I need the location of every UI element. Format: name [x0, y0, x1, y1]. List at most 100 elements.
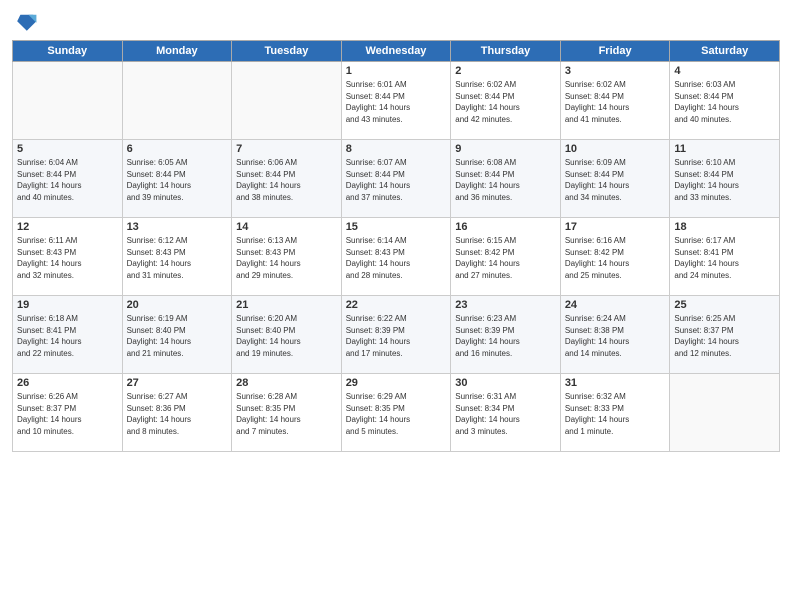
weekday-header: Friday [560, 41, 670, 62]
day-number: 24 [565, 299, 666, 311]
weekday-header: Saturday [670, 41, 780, 62]
day-number: 2 [455, 65, 556, 77]
day-number: 19 [17, 299, 118, 311]
calendar-cell: 23 Sunrise: 6:23 AMSunset: 8:39 PMDayligh… [451, 296, 561, 374]
day-number: 8 [346, 143, 447, 155]
calendar-cell: 6 Sunrise: 6:05 AMSunset: 8:44 PMDaylight… [122, 140, 232, 218]
day-info: Sunrise: 6:18 AMSunset: 8:41 PMDaylight:… [17, 313, 118, 359]
day-number: 1 [346, 65, 447, 77]
weekday-header: Tuesday [232, 41, 342, 62]
calendar-cell [13, 62, 123, 140]
weekday-header: Sunday [13, 41, 123, 62]
day-number: 10 [565, 143, 666, 155]
calendar-week-row: 26Sunrise: 6:26 AMSunset: 8:37 PMDayligh… [13, 374, 780, 452]
day-number: 13 [127, 221, 228, 233]
day-info: Sunrise: 6:19 AMSunset: 8:40 PMDaylight:… [127, 313, 228, 359]
day-info: Sunrise: 6:09 AMSunset: 8:44 PMDaylight:… [565, 157, 666, 203]
day-number: 27 [127, 377, 228, 389]
calendar-cell: 27 Sunrise: 6:27 AMSunset: 8:36 PMDayligh… [122, 374, 232, 452]
day-number: 28 [236, 377, 337, 389]
day-info: Sunrise: 6:06 AMSunset: 8:44 PMDaylight:… [236, 157, 337, 203]
calendar-cell: 28Sunrise: 6:28 AMSunset: 8:35 PMDayligh… [232, 374, 342, 452]
day-info: Sunrise: 6:32 AMSunset: 8:33 PMDaylight:… [565, 391, 666, 437]
day-number: 12 [17, 221, 118, 233]
day-number: 5 [17, 143, 118, 155]
day-info: Sunrise: 6:24 AMSunset: 8:38 PMDaylight:… [565, 313, 666, 359]
calendar-cell: 3 Sunrise: 6:02 AMSunset: 8:44 PMDaylight… [560, 62, 670, 140]
day-info: Sunrise: 6:22 AMSunset: 8:39 PMDaylight:… [346, 313, 447, 359]
calendar-cell: 5 Sunrise: 6:04 AMSunset: 8:44 PMDaylight… [13, 140, 123, 218]
calendar-cell: 1 Sunrise: 6:01 AMSunset: 8:44 PMDaylight… [341, 62, 451, 140]
calendar-cell: 10 Sunrise: 6:09 AMSunset: 8:44 PMDayligh… [560, 140, 670, 218]
weekday-header: Monday [122, 41, 232, 62]
header [12, 10, 780, 34]
day-info: Sunrise: 6:15 AMSunset: 8:42 PMDaylight:… [455, 235, 556, 281]
day-info: Sunrise: 6:10 AMSunset: 8:44 PMDaylight:… [674, 157, 775, 203]
calendar-cell: 9Sunrise: 6:08 AMSunset: 8:44 PMDaylight… [451, 140, 561, 218]
day-info: Sunrise: 6:05 AMSunset: 8:44 PMDaylight:… [127, 157, 228, 203]
day-number: 30 [455, 377, 556, 389]
calendar-cell: 15 Sunrise: 6:14 AMSunset: 8:43 PMDayligh… [341, 218, 451, 296]
day-number: 6 [127, 143, 228, 155]
weekday-header: Wednesday [341, 41, 451, 62]
calendar-cell: 31Sunrise: 6:32 AMSunset: 8:33 PMDayligh… [560, 374, 670, 452]
day-info: Sunrise: 6:26 AMSunset: 8:37 PMDaylight:… [17, 391, 118, 437]
calendar-cell: 7 Sunrise: 6:06 AMSunset: 8:44 PMDaylight… [232, 140, 342, 218]
calendar-cell: 29 Sunrise: 6:29 AMSunset: 8:35 PMDayligh… [341, 374, 451, 452]
day-number: 29 [346, 377, 447, 389]
day-info: Sunrise: 6:04 AMSunset: 8:44 PMDaylight:… [17, 157, 118, 203]
day-number: 16 [455, 221, 556, 233]
day-info: Sunrise: 6:03 AMSunset: 8:44 PMDaylight:… [674, 79, 775, 125]
day-info: Sunrise: 6:16 AMSunset: 8:42 PMDaylight:… [565, 235, 666, 281]
calendar-cell: 8 Sunrise: 6:07 AMSunset: 8:44 PMDaylight… [341, 140, 451, 218]
day-info: Sunrise: 6:31 AMSunset: 8:34 PMDaylight:… [455, 391, 556, 437]
day-number: 7 [236, 143, 337, 155]
calendar-cell: 18 Sunrise: 6:17 AMSunset: 8:41 PMDayligh… [670, 218, 780, 296]
day-info: Sunrise: 6:14 AMSunset: 8:43 PMDaylight:… [346, 235, 447, 281]
logo [12, 10, 38, 34]
calendar-cell: 21 Sunrise: 6:20 AMSunset: 8:40 PMDayligh… [232, 296, 342, 374]
logo-icon [14, 10, 38, 34]
day-number: 3 [565, 65, 666, 77]
day-number: 22 [346, 299, 447, 311]
calendar-cell: 13 Sunrise: 6:12 AMSunset: 8:43 PMDayligh… [122, 218, 232, 296]
day-number: 17 [565, 221, 666, 233]
day-number: 9 [455, 143, 556, 155]
calendar-cell: 25Sunrise: 6:25 AMSunset: 8:37 PMDayligh… [670, 296, 780, 374]
calendar-week-row: 1 Sunrise: 6:01 AMSunset: 8:44 PMDaylight… [13, 62, 780, 140]
calendar-cell: 4 Sunrise: 6:03 AMSunset: 8:44 PMDaylight… [670, 62, 780, 140]
calendar-cell: 12 Sunrise: 6:11 AMSunset: 8:43 PMDayligh… [13, 218, 123, 296]
calendar-cell: 16 Sunrise: 6:15 AMSunset: 8:42 PMDayligh… [451, 218, 561, 296]
day-number: 23 [455, 299, 556, 311]
day-info: Sunrise: 6:29 AMSunset: 8:35 PMDaylight:… [346, 391, 447, 437]
weekday-header: Thursday [451, 41, 561, 62]
calendar-cell: 20Sunrise: 6:19 AMSunset: 8:40 PMDayligh… [122, 296, 232, 374]
day-info: Sunrise: 6:07 AMSunset: 8:44 PMDaylight:… [346, 157, 447, 203]
day-number: 25 [674, 299, 775, 311]
day-info: Sunrise: 6:23 AMSunset: 8:39 PMDaylight:… [455, 313, 556, 359]
day-number: 18 [674, 221, 775, 233]
day-info: Sunrise: 6:01 AMSunset: 8:44 PMDaylight:… [346, 79, 447, 125]
day-info: Sunrise: 6:02 AMSunset: 8:44 PMDaylight:… [565, 79, 666, 125]
day-number: 15 [346, 221, 447, 233]
calendar-cell: 14Sunrise: 6:13 AMSunset: 8:43 PMDayligh… [232, 218, 342, 296]
weekday-header-row: SundayMondayTuesdayWednesdayThursdayFrid… [13, 41, 780, 62]
calendar-cell: 17 Sunrise: 6:16 AMSunset: 8:42 PMDayligh… [560, 218, 670, 296]
calendar-cell: 24 Sunrise: 6:24 AMSunset: 8:38 PMDayligh… [560, 296, 670, 374]
day-info: Sunrise: 6:17 AMSunset: 8:41 PMDaylight:… [674, 235, 775, 281]
day-info: Sunrise: 6:27 AMSunset: 8:36 PMDaylight:… [127, 391, 228, 437]
day-number: 14 [236, 221, 337, 233]
calendar-cell: 30 Sunrise: 6:31 AMSunset: 8:34 PMDayligh… [451, 374, 561, 452]
day-info: Sunrise: 6:20 AMSunset: 8:40 PMDaylight:… [236, 313, 337, 359]
calendar-cell: 2 Sunrise: 6:02 AMSunset: 8:44 PMDaylight… [451, 62, 561, 140]
day-info: Sunrise: 6:11 AMSunset: 8:43 PMDaylight:… [17, 235, 118, 281]
day-number: 4 [674, 65, 775, 77]
calendar-cell [232, 62, 342, 140]
calendar-cell: 11 Sunrise: 6:10 AMSunset: 8:44 PMDayligh… [670, 140, 780, 218]
day-number: 21 [236, 299, 337, 311]
calendar-cell [670, 374, 780, 452]
day-number: 11 [674, 143, 775, 155]
day-info: Sunrise: 6:12 AMSunset: 8:43 PMDaylight:… [127, 235, 228, 281]
day-info: Sunrise: 6:02 AMSunset: 8:44 PMDaylight:… [455, 79, 556, 125]
calendar-week-row: 5 Sunrise: 6:04 AMSunset: 8:44 PMDaylight… [13, 140, 780, 218]
